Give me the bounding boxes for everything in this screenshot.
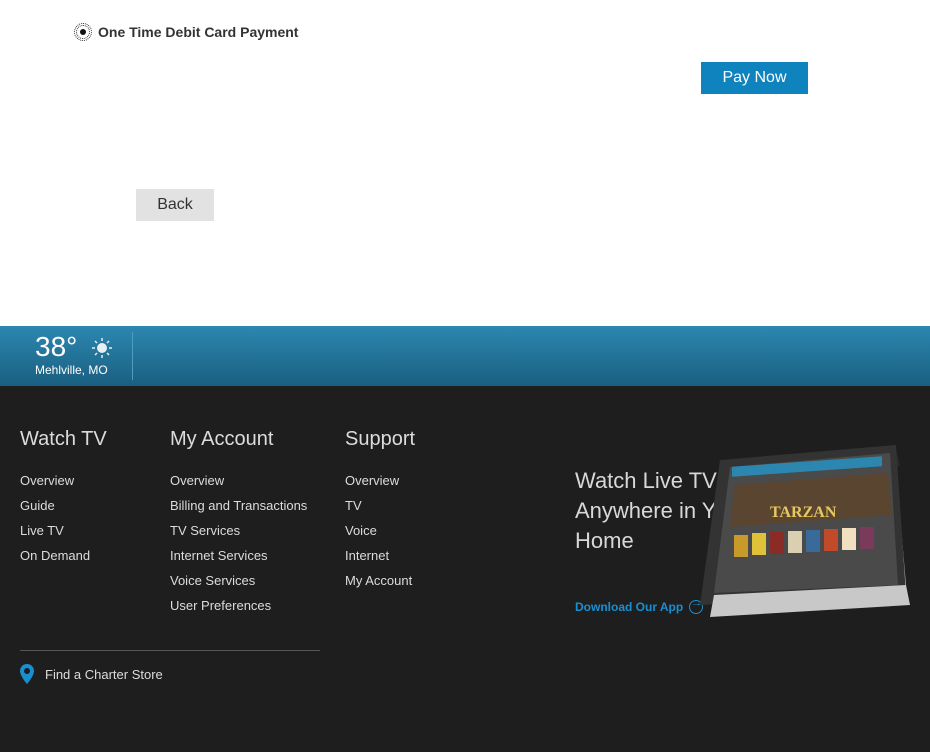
find-store-label: Find a Charter Store <box>45 666 163 682</box>
debit-card-radio[interactable] <box>74 23 92 41</box>
footer-link-billing[interactable]: Billing and Transactions <box>170 498 307 523</box>
find-store-link[interactable]: Find a Charter Store <box>20 664 163 684</box>
sun-icon <box>92 338 112 358</box>
footer-heading-support[interactable]: Support <box>345 428 415 451</box>
footer-link-support-internet[interactable]: Internet <box>345 548 415 573</box>
download-app-label: Download Our App <box>575 600 684 614</box>
back-button[interactable]: Back <box>136 189 214 221</box>
footer-col-my-account: My Account Overview Billing and Transact… <box>170 428 307 623</box>
pay-now-button[interactable]: Pay Now <box>701 62 808 94</box>
footer-heading-watch-tv[interactable]: Watch TV <box>20 428 107 451</box>
footer-link-live-tv[interactable]: Live TV <box>20 523 107 548</box>
footer-link-support-voice[interactable]: Voice <box>345 523 415 548</box>
location-pin-icon <box>20 664 34 684</box>
footer-link-on-demand[interactable]: On Demand <box>20 548 107 573</box>
footer-divider <box>20 650 320 651</box>
payment-option-row[interactable]: One Time Debit Card Payment <box>74 23 299 41</box>
weather-bar: 38° Mehlville, MO <box>0 326 930 386</box>
download-app-link[interactable]: Download Our App <box>575 597 704 614</box>
footer-heading-my-account[interactable]: My Account <box>170 428 307 451</box>
payment-option-label: One Time Debit Card Payment <box>98 24 299 40</box>
tablet-movie-title: TARZAN <box>770 504 837 521</box>
footer-link-internet-services[interactable]: Internet Services <box>170 548 307 573</box>
tablet-illustration: TARZAN <box>700 445 910 617</box>
footer-link-voice-services[interactable]: Voice Services <box>170 573 307 598</box>
footer-link-tv-services[interactable]: TV Services <box>170 523 307 548</box>
footer-link-support-tv[interactable]: TV <box>345 498 415 523</box>
footer-col-watch-tv: Watch TV Overview Guide Live TV On Deman… <box>20 428 107 573</box>
weather-temperature: 38° <box>35 331 78 362</box>
footer-col-support: Support Overview TV Voice Internet My Ac… <box>345 428 415 598</box>
footer-link-account-overview[interactable]: Overview <box>170 473 307 498</box>
footer-link-support-my-account[interactable]: My Account <box>345 573 415 598</box>
weather-location: Mehlville, MO <box>35 363 108 377</box>
weather-divider <box>132 332 133 380</box>
footer-link-support-overview[interactable]: Overview <box>345 473 415 498</box>
footer-link-user-preferences[interactable]: User Preferences <box>170 598 307 623</box>
footer-link-watch-overview[interactable]: Overview <box>20 473 107 498</box>
footer-link-guide[interactable]: Guide <box>20 498 107 523</box>
